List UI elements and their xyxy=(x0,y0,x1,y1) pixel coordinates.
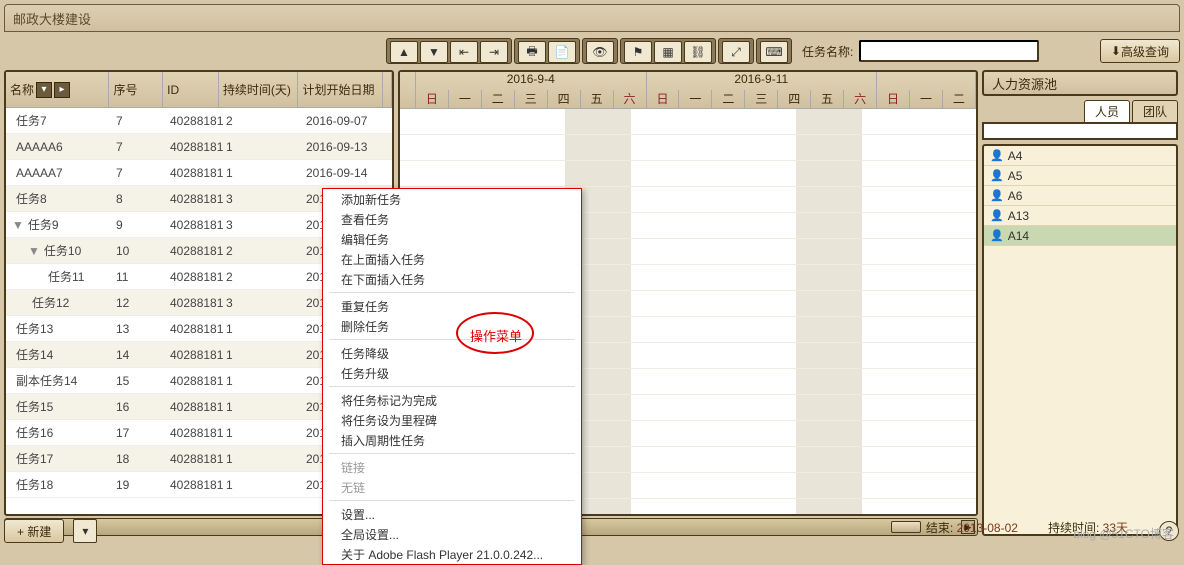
day-header: 三 xyxy=(515,90,548,108)
week-header: 2016-9-4 xyxy=(416,72,647,90)
menu-item[interactable]: 任务升级 xyxy=(323,363,581,383)
resource-item[interactable]: 👤A13 xyxy=(984,206,1176,226)
indent-icon[interactable]: ⇥ xyxy=(480,41,508,63)
chevron-down-icon[interactable]: ▾ xyxy=(73,519,97,543)
print-icon[interactable]: 🖶 xyxy=(518,41,546,63)
day-header: 一 xyxy=(910,90,943,108)
menu-item[interactable]: 在下面插入任务 xyxy=(323,269,581,289)
day-header: 四 xyxy=(548,90,581,108)
week-header xyxy=(877,72,976,90)
arrow-up-icon[interactable]: ▲ xyxy=(390,41,418,63)
tab-persons[interactable]: 人员 xyxy=(1084,100,1130,122)
tab-teams[interactable]: 团队 xyxy=(1132,100,1178,122)
annotation-label: 操作菜单 xyxy=(470,326,522,345)
col-id: ID xyxy=(163,72,219,107)
day-header: 三 xyxy=(745,90,778,108)
menu-item[interactable]: 查看任务 xyxy=(323,209,581,229)
watermark: blog @51CTO博客 xyxy=(1073,525,1174,542)
table-row[interactable]: AAAAA774028818112016-09-14 xyxy=(6,160,392,186)
person-icon: 👤 xyxy=(990,169,1004,182)
menu-item: 无链 xyxy=(323,477,581,497)
menu-item[interactable]: 编辑任务 xyxy=(323,229,581,249)
day-header: 日 xyxy=(877,90,910,108)
menu-item[interactable]: 添加新任务 xyxy=(323,189,581,209)
filter-icon[interactable]: ⚑ xyxy=(624,41,652,63)
menu-item[interactable]: 关于 Adobe Flash Player 21.0.0.242... xyxy=(323,544,581,564)
person-icon: 👤 xyxy=(990,189,1004,202)
menu-item: 链接 xyxy=(323,457,581,477)
arrow-down-icon[interactable]: ▼ xyxy=(420,41,448,63)
outdent-icon[interactable]: ⇤ xyxy=(450,41,478,63)
grid-icon[interactable]: ▦ xyxy=(654,41,682,63)
day-header: 四 xyxy=(778,90,811,108)
window-title-bar: 邮政大楼建设 xyxy=(4,4,1180,32)
table-row[interactable]: 任务774028818122016-09-07 xyxy=(6,108,392,134)
day-header: 一 xyxy=(449,90,482,108)
col-date: 计划开始日期 xyxy=(298,72,383,107)
menu-item[interactable]: 将任务设为里程碑 xyxy=(323,410,581,430)
day-header: 五 xyxy=(811,90,844,108)
day-header: 五 xyxy=(581,90,614,108)
window-title: 邮政大楼建设 xyxy=(13,9,91,28)
chevron-right-icon[interactable]: ▸ xyxy=(54,82,70,98)
resource-item[interactable]: 👤A14 xyxy=(984,226,1176,246)
person-icon: 👤 xyxy=(990,149,1004,162)
document-icon[interactable]: 📄 xyxy=(548,41,576,63)
keyboard-icon[interactable]: ⌨ xyxy=(760,41,788,63)
col-dur: 持续时间(天) xyxy=(219,72,299,107)
link-icon[interactable]: ⛓ xyxy=(684,41,712,63)
day-header: 二 xyxy=(712,90,745,108)
day-header: 二 xyxy=(482,90,515,108)
pool-title: 人力资源池 xyxy=(982,70,1178,96)
advanced-search-button[interactable]: ⬇ 高级查询 xyxy=(1100,39,1180,63)
main-area: 名称 ▾ ▸ 序号 ID 持续时间(天) 计划开始日期 任务7740288181… xyxy=(4,70,1180,536)
resource-item[interactable]: 👤A4 xyxy=(984,146,1176,166)
download-icon: ⬇ xyxy=(1111,44,1121,58)
eye-icon[interactable]: 👁 xyxy=(586,41,614,63)
day-header: 日 xyxy=(647,90,680,108)
task-name-input[interactable] xyxy=(859,40,1039,62)
day-header: 六 xyxy=(844,90,877,108)
context-menu: 添加新任务查看任务编辑任务在上面插入任务在下面插入任务重复任务删除任务任务降级任… xyxy=(322,188,582,565)
col-seq: 序号 xyxy=(109,72,163,107)
toolbar: ▲ ▼ ⇤ ⇥ 🖶 📄 👁 ⚑ ▦ ⛓ ⤢ ⌨ 任务名称: ⬇ 高级查询 xyxy=(4,36,1180,66)
week-header: 2016-9-11 xyxy=(647,72,878,90)
menu-item[interactable]: 任务降级 xyxy=(323,343,581,363)
menu-item[interactable]: 设置... xyxy=(323,504,581,524)
chevron-down-icon[interactable]: ▾ xyxy=(36,82,52,98)
status-bar: + 新建 ▾ ☰ ▾ 结束: 2013-08-02 持续时间: 33天 ? xyxy=(4,516,1180,546)
day-header: 一 xyxy=(679,90,712,108)
expand-icon[interactable]: ⤢ xyxy=(722,41,750,63)
menu-item[interactable]: 全局设置... xyxy=(323,524,581,544)
resource-item[interactable]: 👤A6 xyxy=(984,186,1176,206)
col-name: 名称 xyxy=(10,81,34,98)
person-icon: 👤 xyxy=(990,209,1004,222)
menu-item[interactable]: 重复任务 xyxy=(323,296,581,316)
menu-item[interactable]: 在上面插入任务 xyxy=(323,249,581,269)
table-row[interactable]: AAAAA674028818112016-09-13 xyxy=(6,134,392,160)
menu-item[interactable]: 删除任务 xyxy=(323,316,581,336)
day-header: 二 xyxy=(943,90,976,108)
day-header: 日 xyxy=(416,90,449,108)
resource-item[interactable]: 👤A5 xyxy=(984,166,1176,186)
menu-item[interactable]: 将任务标记为完成 xyxy=(323,390,581,410)
task-name-label: 任务名称: xyxy=(802,43,853,60)
resource-list: 👤A4👤A5👤A6👤A13👤A14 xyxy=(982,144,1178,536)
menu-item[interactable]: 插入周期性任务 xyxy=(323,430,581,450)
day-header: 六 xyxy=(614,90,647,108)
new-button[interactable]: + 新建 xyxy=(4,519,64,543)
person-icon: 👤 xyxy=(990,229,1004,242)
